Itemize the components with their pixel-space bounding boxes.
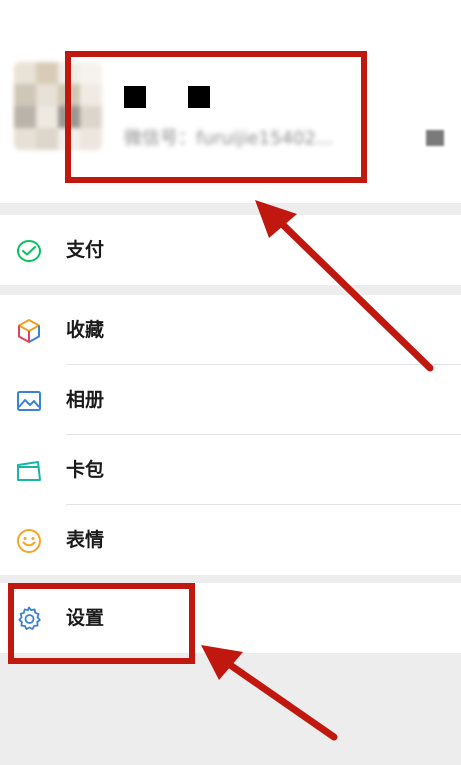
card-wallet-icon [17, 461, 41, 481]
menu-item-label: 设置 [66, 607, 105, 629]
pay-section: 支付 [0, 215, 461, 285]
favorites-cube-icon [18, 319, 40, 343]
profile-nickname: ■ ■ [124, 86, 324, 108]
album-image-icon [17, 391, 41, 411]
wechat-id-label: 微信号：furuijie15402... [124, 128, 334, 149]
wechat-pay-icon [17, 240, 41, 262]
menu-item-album[interactable]: 相册 [0, 365, 461, 435]
menu-item-label: 支付 [66, 239, 105, 261]
redaction-block [124, 86, 146, 108]
menu-item-label: 收藏 [66, 319, 105, 341]
settings-section: 设置 [0, 583, 461, 653]
menu-item-settings[interactable]: 设置 [0, 583, 461, 653]
gear-icon [18, 606, 41, 630]
smiley-face-icon [17, 529, 41, 553]
menu-item-label: 卡包 [66, 459, 105, 481]
menu-item-cards[interactable]: 卡包 [0, 435, 461, 505]
menu-item-favorites[interactable]: 收藏 [0, 295, 461, 365]
avatar[interactable] [14, 62, 102, 150]
menu-item-pay[interactable]: 支付 [0, 215, 461, 285]
profile-header[interactable]: ■ ■ 微信号：furuijie15402... [0, 0, 461, 203]
menu-item-stickers[interactable]: 表情 [0, 505, 461, 575]
annotation-arrow-shaft [219, 656, 338, 741]
content-section: 收藏 相册 卡包 表情 [0, 295, 461, 575]
menu-item-label: 表情 [66, 529, 105, 551]
redaction-block [188, 86, 210, 108]
qr-code-icon[interactable] [426, 130, 444, 146]
menu-item-label: 相册 [66, 389, 105, 411]
nickname-text: ■ ■ [124, 86, 126, 87]
